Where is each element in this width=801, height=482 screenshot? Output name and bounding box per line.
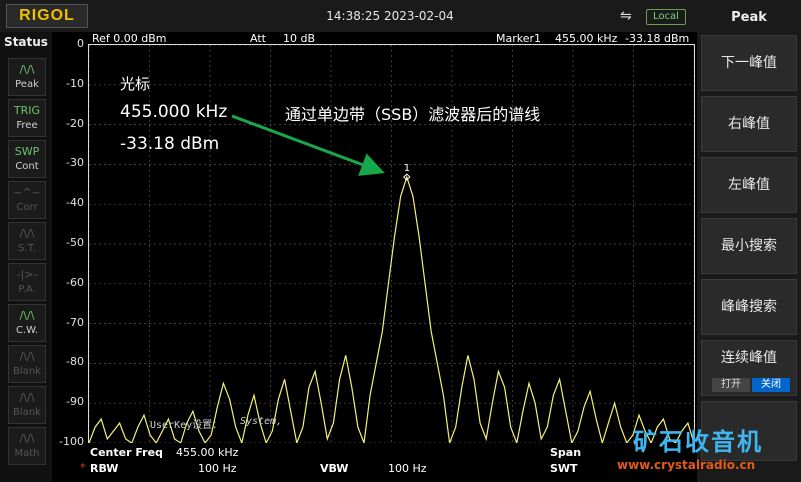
y-tick-label: -20 xyxy=(66,116,84,130)
continuous-peak-label: 连续峰值 xyxy=(721,350,777,366)
peak-peak-search-button[interactable]: 峰峰搜索 xyxy=(701,279,797,335)
status-label: Free xyxy=(16,120,38,131)
rbw-uncal-marker: * xyxy=(80,461,86,474)
watermark: 矿石收音机 www.crystalradio.cn xyxy=(615,420,801,480)
status-symbol: TRIG xyxy=(13,104,41,117)
status-symbol: /\/\ xyxy=(19,63,35,76)
top-bar: RIGOL 14:38:25 2023-02-04 ⇋ Local xyxy=(0,0,697,32)
toggle-open[interactable]: 打开 xyxy=(712,378,750,392)
continuous-peak-toggle[interactable]: 打开 关闭 xyxy=(712,378,792,392)
min-search-button[interactable]: 最小搜索 xyxy=(701,218,797,274)
status-pa-indicator: -|>- P.A. xyxy=(8,263,46,301)
watermark-url: www.crystalradio.cn xyxy=(617,458,756,472)
status-cw-indicator: /\/\ C.W. xyxy=(8,304,46,342)
status-free-indicator: TRIG Free xyxy=(8,99,46,137)
annotation-marker-title: 光标 xyxy=(120,75,151,93)
status-symbol: ~^~ xyxy=(13,186,41,199)
status-peak-indicator: /\/\ Peak xyxy=(8,58,46,96)
status-label: Blank xyxy=(13,407,41,418)
status-math-indicator: /\/\ Math xyxy=(8,427,46,465)
y-tick-label: -80 xyxy=(66,355,84,369)
y-tick-label: -90 xyxy=(66,395,84,409)
annotation-marker-level: -33.18 dBm xyxy=(120,134,220,154)
y-tick-label: 0 xyxy=(77,37,84,50)
status-label: P.A. xyxy=(18,284,36,295)
status-symbol: /\/\ xyxy=(19,309,35,322)
toggle-close[interactable]: 关闭 xyxy=(752,378,790,392)
y-tick-label: -70 xyxy=(66,315,84,329)
y-tick-label: -50 xyxy=(66,236,84,249)
rigol-logo: RIGOL xyxy=(6,4,88,28)
softkey-panel: Peak 下一峰值 右峰值 左峰值 最小搜索 峰峰搜索 连续峰值 打开 关闭 xyxy=(697,0,801,482)
y-tick-label: -60 xyxy=(66,275,84,289)
watermark-text: 矿石收音机 xyxy=(633,428,763,456)
marker-number: 1 xyxy=(404,163,410,174)
continuous-peak-button[interactable]: 连续峰值 打开 关闭 xyxy=(701,340,797,396)
vbw-value: 100 Hz xyxy=(388,462,427,475)
annotation-marker-freq: 455.000 kHz xyxy=(120,102,228,122)
span-label: Span xyxy=(550,446,582,459)
status-symbol: /\/\ xyxy=(19,391,35,404)
center-freq-label: Center Freq xyxy=(90,446,163,459)
status-label: Cont xyxy=(15,161,39,172)
rbw-value: 100 Hz xyxy=(198,462,237,475)
y-tick-label: -30 xyxy=(66,156,84,170)
status-st-indicator: /\/\ S.T. xyxy=(8,222,46,260)
peak-left-button[interactable]: 左峰值 xyxy=(701,157,797,213)
status-cont-indicator: SWP Cont xyxy=(8,140,46,178)
userkey-overlay: UserKey设置： xyxy=(150,420,223,431)
center-freq-value: 455.00 kHz xyxy=(176,446,239,459)
status-label: Peak xyxy=(15,79,39,90)
local-indicator: Local xyxy=(646,9,686,25)
menu-title: Peak xyxy=(731,10,767,25)
swt-label: SWT xyxy=(550,462,578,475)
status-symbol: /\/\ xyxy=(19,432,35,445)
status-symbol: -|>- xyxy=(16,268,38,281)
annotation-arrow xyxy=(231,114,385,176)
bottom-info: Center Freq 455.00 kHz Span * RBW 100 Hz… xyxy=(80,442,693,482)
status-label: Math xyxy=(14,448,40,459)
status-label: Corr xyxy=(16,202,38,213)
status-title: Status xyxy=(4,35,48,49)
vbw-label: VBW xyxy=(320,462,349,475)
status-blank-indicator: /\/\ Blank xyxy=(8,386,46,424)
status-symbol: SWP xyxy=(14,145,40,158)
status-label: S.T. xyxy=(18,243,36,254)
y-tick-label: -10 xyxy=(66,76,84,90)
peak-right-button[interactable]: 右峰值 xyxy=(701,96,797,152)
system-overlay: System, xyxy=(240,416,283,427)
next-peak-button[interactable]: 下一峰值 xyxy=(701,35,797,91)
status-panel: Status /\/\ Peak TRIG Free SWP Cont ~^~ Corr /\/… xyxy=(0,32,52,482)
status-label: Blank xyxy=(13,366,41,377)
status-corr-indicator: ~^~ Corr xyxy=(8,181,46,219)
datetime: 14:38:25 2023-02-04 xyxy=(326,9,454,23)
y-tick-label: -100 xyxy=(59,435,84,448)
status-blank-indicator: /\/\ Blank xyxy=(8,345,46,383)
usb-icon: ⇋ xyxy=(620,8,632,24)
y-tick-label: -40 xyxy=(66,196,84,210)
status-symbol: /\/\ xyxy=(19,350,35,363)
status-label: C.W. xyxy=(15,325,39,336)
rbw-label: RBW xyxy=(90,462,119,475)
status-symbol: /\/\ xyxy=(19,227,35,240)
